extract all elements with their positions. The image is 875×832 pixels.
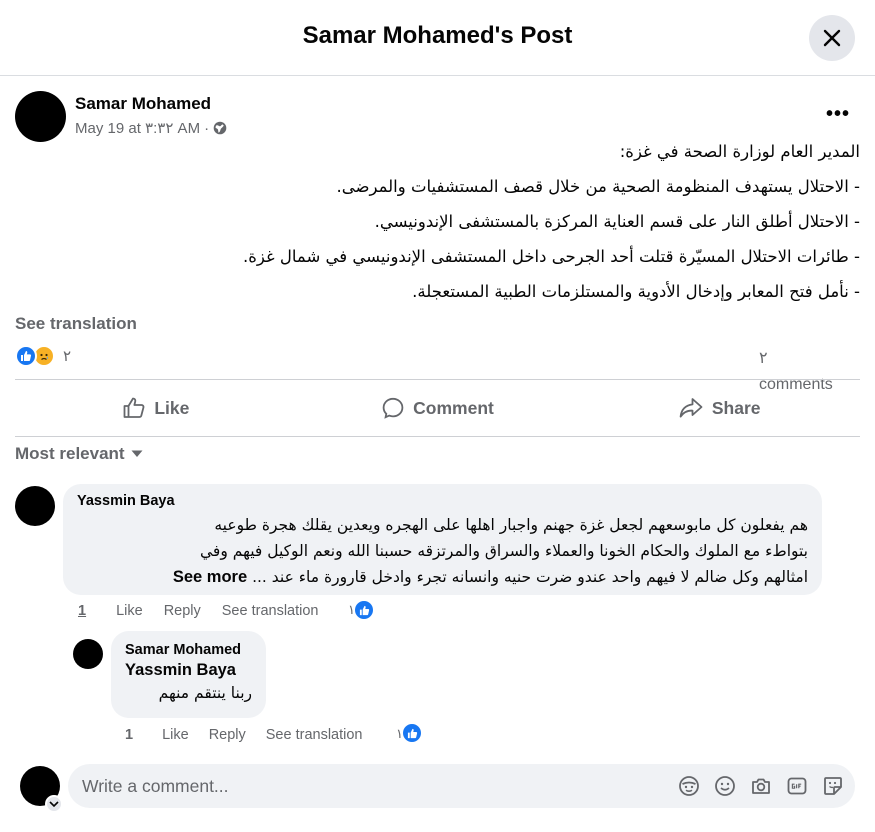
meta-separator: · (204, 119, 210, 137)
divider (15, 436, 860, 437)
comment-text: هم يفعلون كل مابوسعهم لجعل غزة جهنم واجب… (77, 512, 808, 590)
post-dialog: Samar Mohamed's Post Samar Mohamed May 1… (0, 0, 875, 832)
comment-bubble: Yassmin Baya هم يفعلون كل مابوسعهم لجعل … (63, 484, 822, 595)
comment-see-translation[interactable]: See translation (222, 603, 319, 619)
reply-time[interactable]: 1 (125, 727, 133, 743)
profile-switch-badge[interactable] (45, 795, 63, 813)
comment-actions: 1 Like Reply See translation (78, 603, 319, 619)
like-button[interactable]: Like (15, 380, 297, 436)
comment-line: بتواطء مع الملوك والحكام الخونا والعملاء… (200, 542, 808, 560)
camera-button[interactable] (749, 774, 773, 798)
dialog-header: Samar Mohamed's Post (0, 0, 875, 76)
sort-label: Most relevant (15, 444, 125, 463)
like-reaction-icon (15, 345, 37, 367)
comment-author[interactable]: Yassmin Baya (77, 493, 808, 509)
share-icon (679, 398, 703, 418)
more-options-button[interactable]: ••• (823, 103, 853, 127)
avatar-sticker-button[interactable] (677, 774, 701, 798)
gif-icon (787, 777, 807, 795)
reply-avatar[interactable] (73, 639, 103, 669)
post-line: - الاحتلال يستهدف المنظومة الصحية من خلا… (336, 177, 861, 196)
reply-like-reaction-icon[interactable] (401, 722, 423, 744)
comment-line: هم يفعلون كل مابوسعهم لجعل غزة جهنم واجب… (214, 516, 808, 534)
chevron-down-icon (49, 800, 59, 807)
share-label: Share (711, 397, 761, 418)
sticker-button[interactable] (821, 774, 845, 798)
see-translation-link[interactable]: See translation (15, 314, 137, 334)
post-line: - طائرات الاحتلال المسيّرة قتلت أحد الجر… (243, 247, 860, 266)
globe-icon (213, 121, 227, 135)
comment-reply-button[interactable]: Reply (164, 603, 201, 619)
close-icon (823, 29, 841, 47)
comment-icon (382, 397, 404, 419)
close-button[interactable] (809, 15, 855, 61)
reply-author[interactable]: Samar Mohamed (125, 642, 252, 658)
reply-text: ربنا ينتقم منهم (158, 684, 252, 702)
comment-button[interactable]: Comment (297, 380, 579, 436)
post-line: المدير العام لوزارة الصحة في غزة: (619, 142, 860, 161)
reaction-count: ٢ (63, 347, 72, 365)
caret-down-icon (131, 450, 143, 457)
comment-input[interactable]: Write a comment... (68, 764, 855, 808)
reply-like-button[interactable]: Like (162, 727, 189, 743)
like-label: Like (154, 397, 190, 418)
reply-see-translation[interactable]: See translation (266, 727, 363, 743)
comment-like-button[interactable]: Like (116, 603, 143, 619)
reply-bubble: Samar Mohamed Yassmin Baya ربنا ينتقم من… (111, 631, 266, 718)
comment-sort-dropdown[interactable]: Most relevant (15, 444, 143, 464)
composer-tools (677, 774, 845, 798)
comments-count-number: ٢ (759, 350, 768, 367)
gif-button[interactable] (785, 774, 809, 798)
comment-label: Comment (413, 397, 494, 418)
post-line: - الاحتلال أطلق النار على قسم العناية ال… (374, 212, 860, 231)
emoji-button[interactable] (713, 774, 737, 798)
thumbs-up-icon (123, 397, 145, 418)
share-button[interactable]: Share (578, 380, 860, 436)
comment-like-reaction-icon[interactable] (353, 599, 375, 621)
camera-icon (752, 778, 770, 794)
reply-actions: 1 Like Reply See translation (125, 727, 363, 743)
comment-line-text: امثالهم وكل ضالم لا فيهم واحد عندو ضرت ح… (252, 568, 808, 586)
see-more-link[interactable]: See more (173, 568, 247, 586)
commenter-avatar[interactable] (15, 486, 55, 526)
post-body: المدير العام لوزارة الصحة في غزة: - الاح… (15, 135, 860, 310)
emoji-icon (715, 776, 735, 796)
author-name[interactable]: Samar Mohamed (75, 94, 211, 114)
reactions-summary[interactable]: ٢ (15, 345, 71, 367)
post-line: - نأمل فتح المعابر وإدخال الأدوية والمست… (412, 282, 860, 301)
comment-time[interactable]: 1 (78, 603, 86, 619)
comment-line: امثالهم وكل ضالم لا فيهم واحد عندو ضرت ح… (77, 564, 808, 590)
comment-input-placeholder: Write a comment... (82, 775, 229, 796)
sticker-icon (824, 777, 842, 795)
dialog-title: Samar Mohamed's Post (302, 22, 573, 49)
avatar-sticker-icon (679, 776, 699, 796)
reply-reply-button[interactable]: Reply (209, 727, 246, 743)
action-bar: Like Comment Share (15, 380, 860, 436)
reply-mention[interactable]: Yassmin Baya (125, 661, 252, 680)
